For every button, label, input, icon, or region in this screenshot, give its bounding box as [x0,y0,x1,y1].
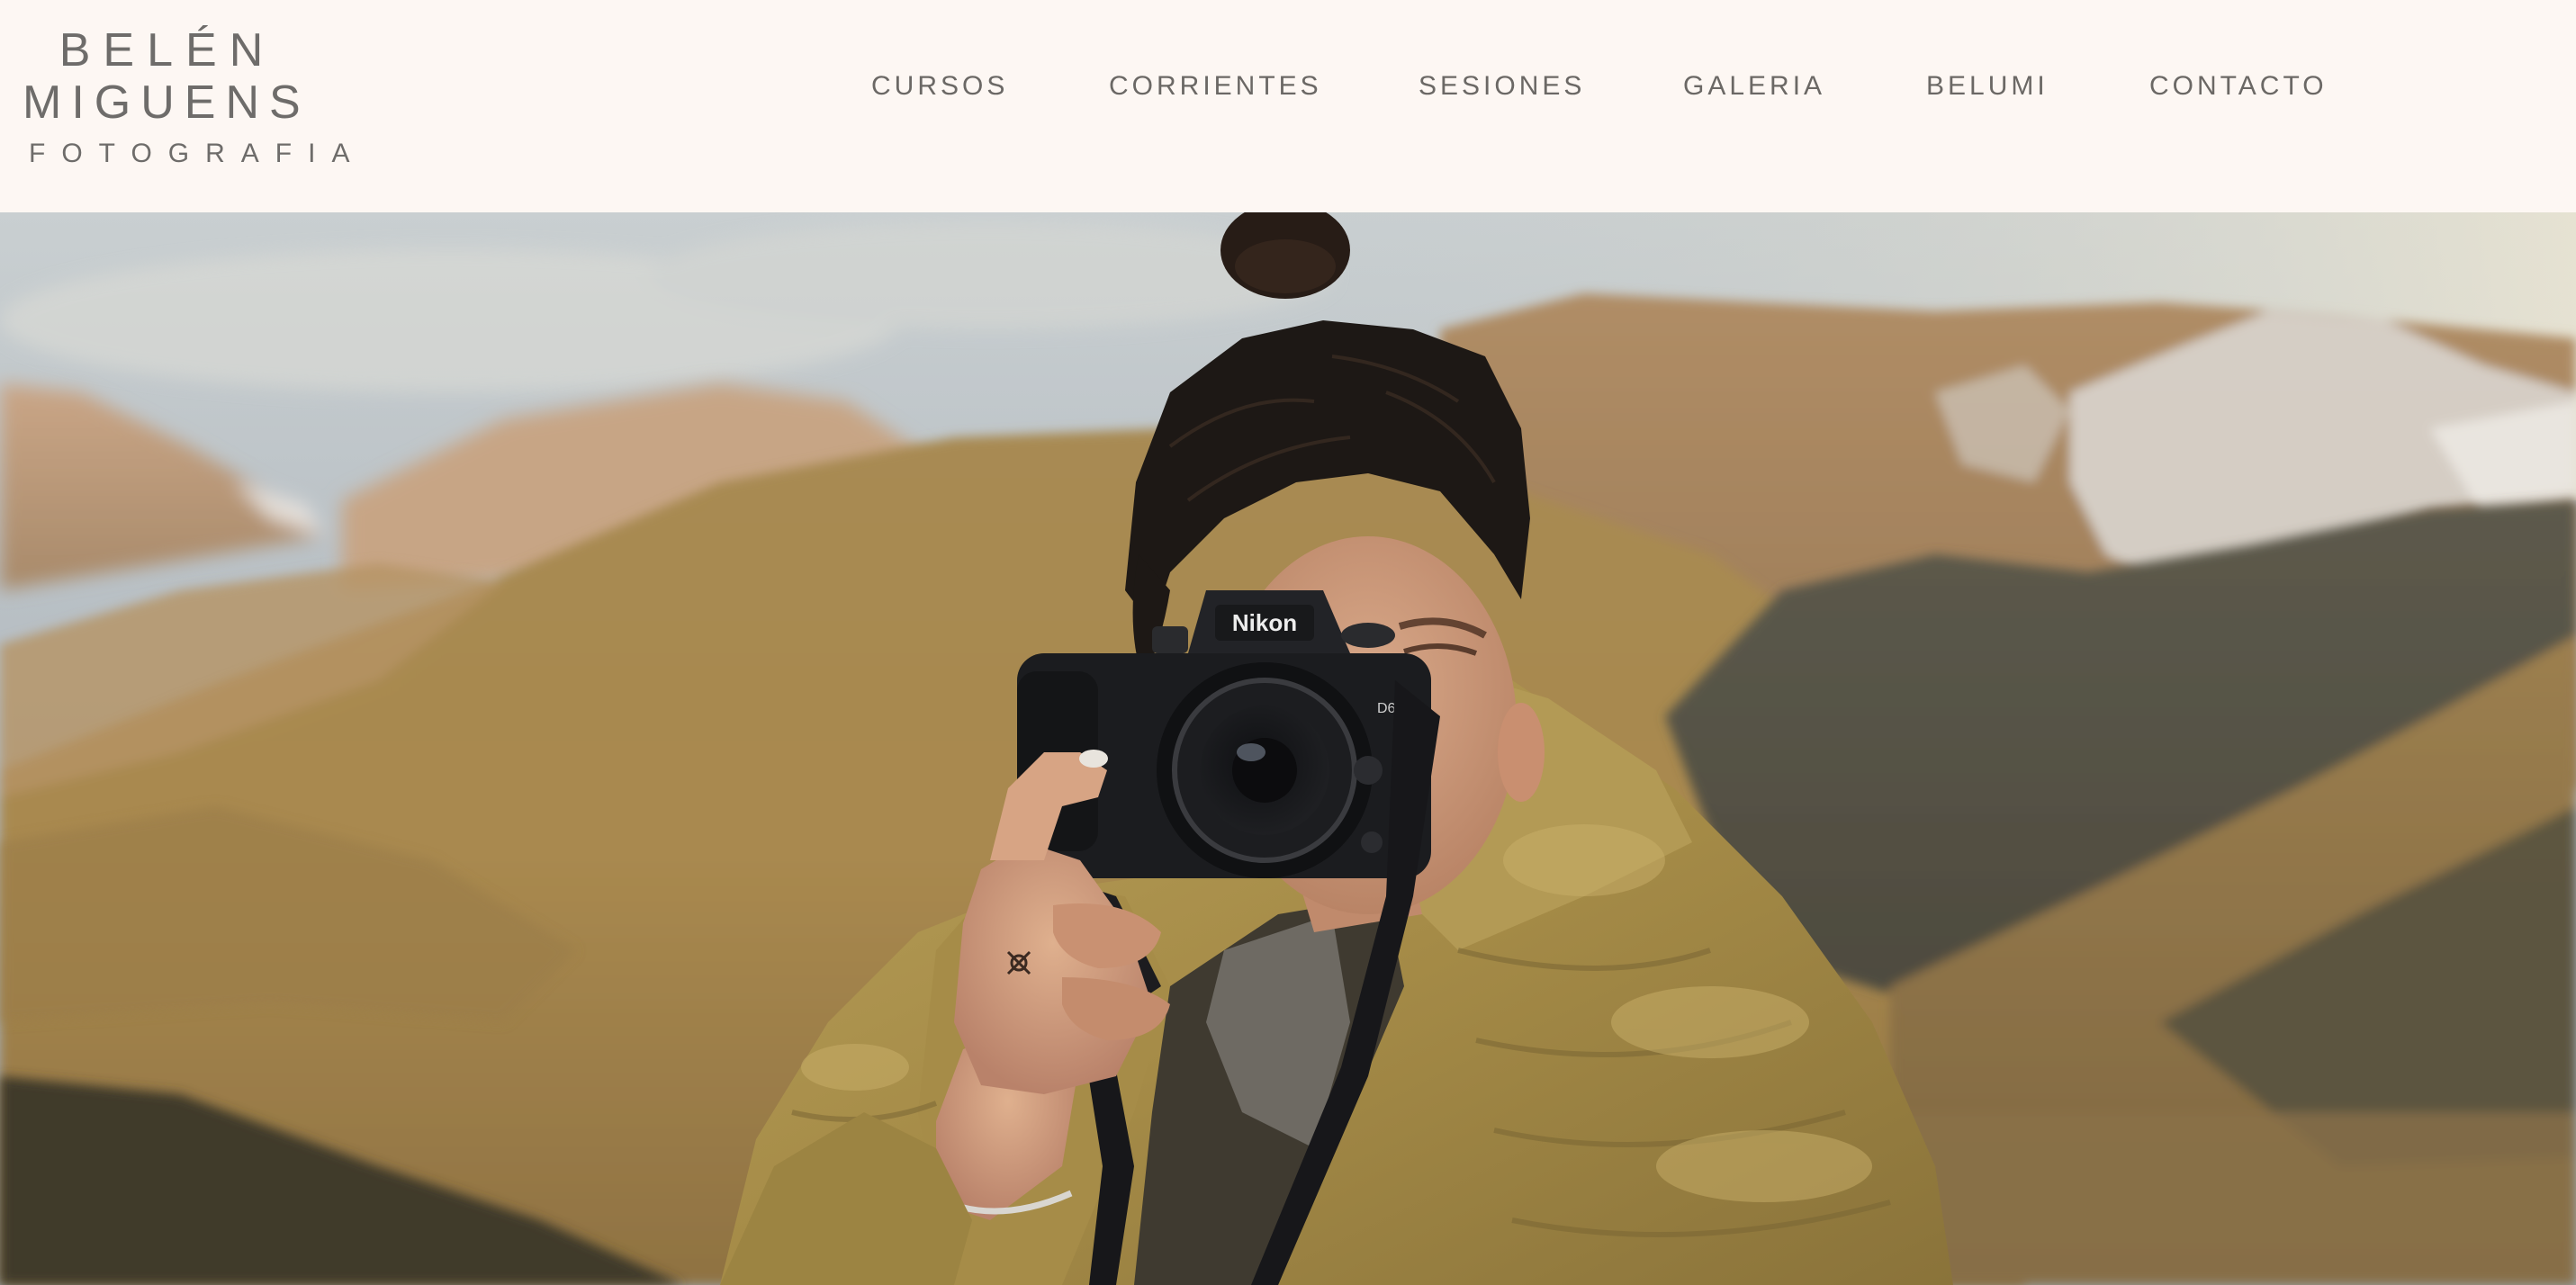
nav-link-contacto[interactable]: CONTACTO [2149,68,2328,104]
hero-banner: Nikon D600 [0,212,2576,1285]
nav-link-galeria[interactable]: GALERIA [1683,68,1825,104]
main-nav: CURSOS CORRIENTES SESIONES GALERIA BELUM… [0,0,2576,212]
nav-link-sesiones[interactable]: SESIONES [1419,68,1585,104]
site-header: BELÉN MIGUENS FOTOGRAFIA CURSOS CORRIENT… [0,0,2576,212]
camera-brand-label: Nikon [1232,609,1297,636]
hero-photo: Nikon D600 [0,212,2576,1285]
nav-link-cursos[interactable]: CURSOS [871,68,1008,104]
nav-link-belumi[interactable]: BELUMI [1926,68,2049,104]
nav-link-corrientes[interactable]: CORRIENTES [1109,68,1322,104]
